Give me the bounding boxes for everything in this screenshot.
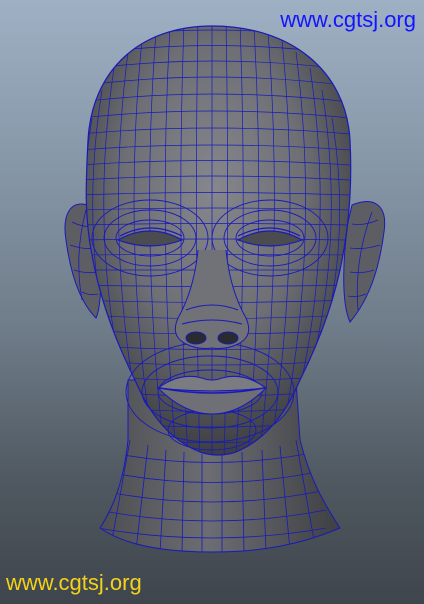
right-ear — [343, 201, 386, 323]
watermark-top: www.cgtsj.org — [280, 7, 416, 32]
3d-viewport[interactable]: www.cgtsj.org www.cgtsj.org — [0, 0, 424, 604]
head-wireframe-model — [64, 25, 386, 553]
watermark-bottom: www.cgtsj.org — [6, 570, 142, 595]
